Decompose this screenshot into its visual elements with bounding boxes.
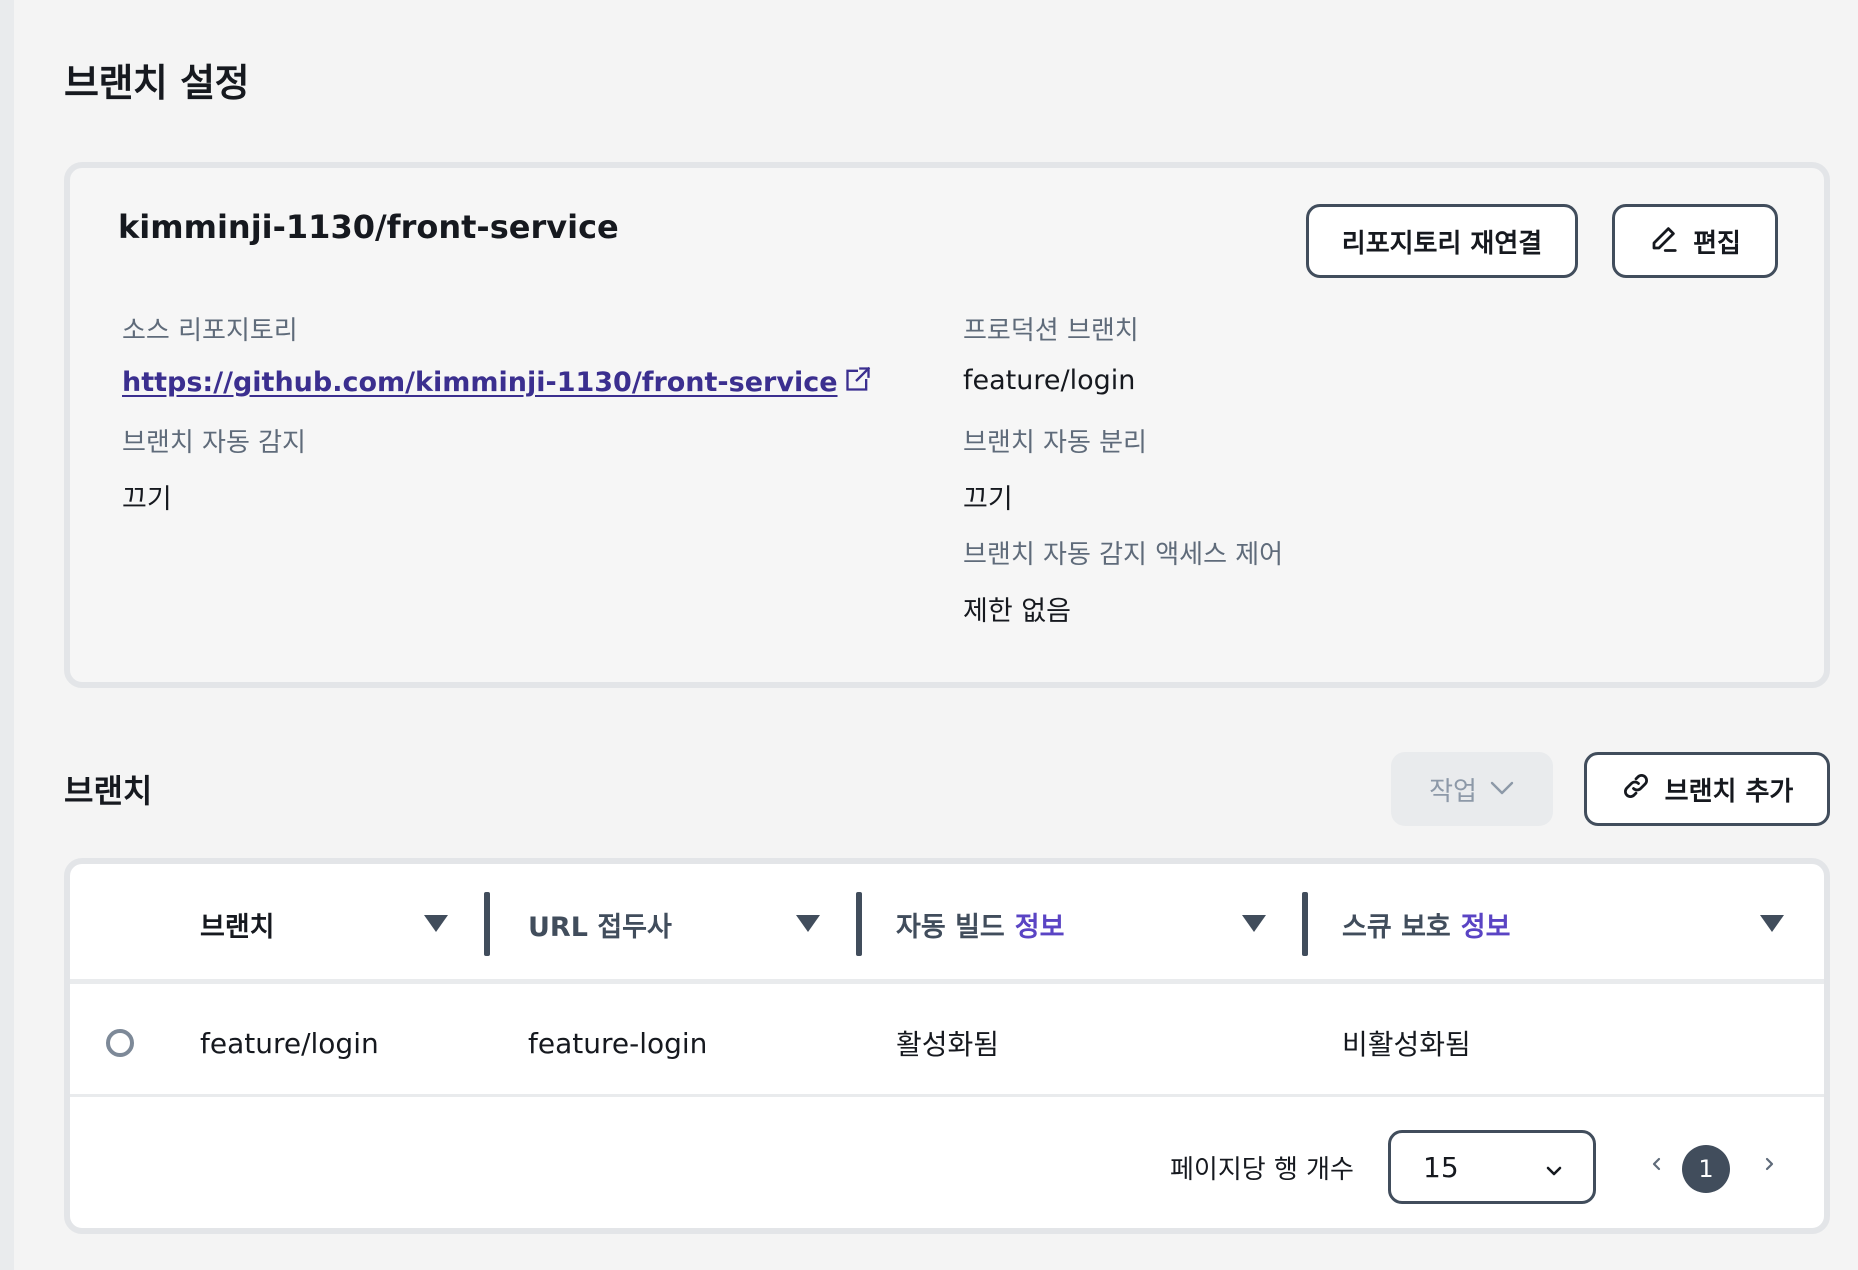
sort-caret-icon[interactable]: [1242, 915, 1266, 932]
add-branch-label: 브랜치 추가: [1664, 776, 1794, 807]
pencil-icon: [1649, 223, 1679, 260]
cell-skew-protection: 비활성화됨: [1342, 1028, 1471, 1061]
access-control-field: 브랜치 자동 감지 액세스 제어 제한 없음: [963, 534, 1283, 628]
source-repository-url: https://github.com/kimminji-1130/front-s…: [122, 367, 838, 398]
repository-card: kimminji-1130/front-service 리포지토리 재연결 편집…: [64, 162, 1830, 688]
external-link-icon: [844, 365, 872, 400]
column-header-label: 브랜치: [200, 911, 275, 943]
source-repository-label: 소스 리포지토리: [122, 316, 298, 346]
sort-caret-icon[interactable]: [796, 915, 820, 932]
chevron-right-icon: [1763, 1155, 1775, 1177]
source-repository-link[interactable]: https://github.com/kimminji-1130/front-s…: [122, 365, 872, 400]
source-repository-field: 소스 리포지토리 https://github.com/kimminji-113…: [122, 310, 872, 400]
link-icon: [1621, 771, 1651, 808]
reconnect-repository-label: 리포지토리 재연결: [1341, 228, 1543, 259]
rows-per-page-value: 15: [1423, 1150, 1459, 1184]
cell-auto-build: 활성화됨: [896, 1028, 1000, 1061]
cell-url-prefix: feature-login: [528, 1026, 708, 1060]
chevron-left-icon: [1651, 1155, 1663, 1177]
auto-disconnect-value: 끄기: [963, 484, 1013, 515]
sort-caret-icon[interactable]: [424, 915, 448, 932]
branches-table: 브랜치 URL 접두사 자동 빌드 정보 스큐 보호 정보 feature/lo…: [64, 858, 1830, 1234]
chevron-down-icon: [1489, 774, 1515, 804]
actions-dropdown-button[interactable]: 작업: [1391, 752, 1553, 826]
column-header-label: URL 접두사: [528, 911, 672, 943]
access-control-label: 브랜치 자동 감지 액세스 제어: [963, 540, 1284, 570]
add-branch-button[interactable]: 브랜치 추가: [1584, 752, 1830, 826]
chevron-down-icon: [1545, 1151, 1563, 1184]
auto-detect-value: 끄기: [122, 484, 172, 515]
column-resizer[interactable]: [484, 892, 490, 956]
column-resizer[interactable]: [856, 892, 862, 956]
column-header-branch[interactable]: 브랜치: [200, 864, 275, 984]
current-page-button[interactable]: 1: [1682, 1145, 1730, 1193]
table-header: 브랜치 URL 접두사 자동 빌드 정보 스큐 보호 정보: [70, 864, 1824, 984]
auto-disconnect-field: 브랜치 자동 분리 끄기: [963, 422, 1147, 516]
cell-branch: feature/login: [200, 1026, 379, 1060]
column-header-url-prefix[interactable]: URL 접두사: [528, 864, 672, 984]
column-header-label: 스큐 보호: [1342, 911, 1451, 943]
actions-label: 작업: [1429, 776, 1477, 807]
reconnect-repository-button[interactable]: 리포지토리 재연결: [1306, 204, 1578, 278]
production-branch-value: feature/login: [963, 365, 1136, 396]
column-header-skew-protection[interactable]: 스큐 보호 정보: [1342, 864, 1510, 984]
info-link[interactable]: 정보: [1015, 905, 1065, 944]
row-select-radio[interactable]: [106, 1029, 134, 1057]
repository-name: kimminji-1130/front-service: [118, 208, 619, 246]
production-branch-label: 프로덕션 브랜치: [963, 316, 1139, 346]
rows-per-page-select[interactable]: 15: [1388, 1130, 1596, 1204]
next-page-button[interactable]: [1754, 1148, 1784, 1184]
table-footer: 페이지당 행 개수 15 1: [70, 1100, 1824, 1228]
side-strip: [0, 0, 14, 1270]
page-title: 브랜치 설정: [64, 61, 250, 105]
auto-disconnect-label: 브랜치 자동 분리: [963, 428, 1147, 458]
edit-button[interactable]: 편집: [1612, 204, 1778, 278]
auto-detect-field: 브랜치 자동 감지 끄기: [122, 422, 306, 516]
info-link[interactable]: 정보: [1461, 905, 1511, 944]
column-header-label: 자동 빌드: [896, 911, 1005, 943]
column-resizer[interactable]: [1302, 892, 1308, 956]
column-header-auto-build[interactable]: 자동 빌드 정보: [896, 864, 1064, 984]
edit-label: 편집: [1693, 228, 1741, 259]
auto-detect-label: 브랜치 자동 감지: [122, 428, 306, 458]
table-row[interactable]: feature/login feature-login 활성화됨 비활성화됨: [70, 989, 1824, 1097]
branches-title: 브랜치: [64, 772, 153, 810]
access-control-value: 제한 없음: [963, 596, 1071, 627]
rows-per-page-label: 페이지당 행 개수: [1170, 1154, 1354, 1185]
previous-page-button[interactable]: [1642, 1148, 1672, 1184]
sort-caret-icon[interactable]: [1760, 915, 1784, 932]
production-branch-field: 프로덕션 브랜치 feature/login: [963, 310, 1139, 396]
